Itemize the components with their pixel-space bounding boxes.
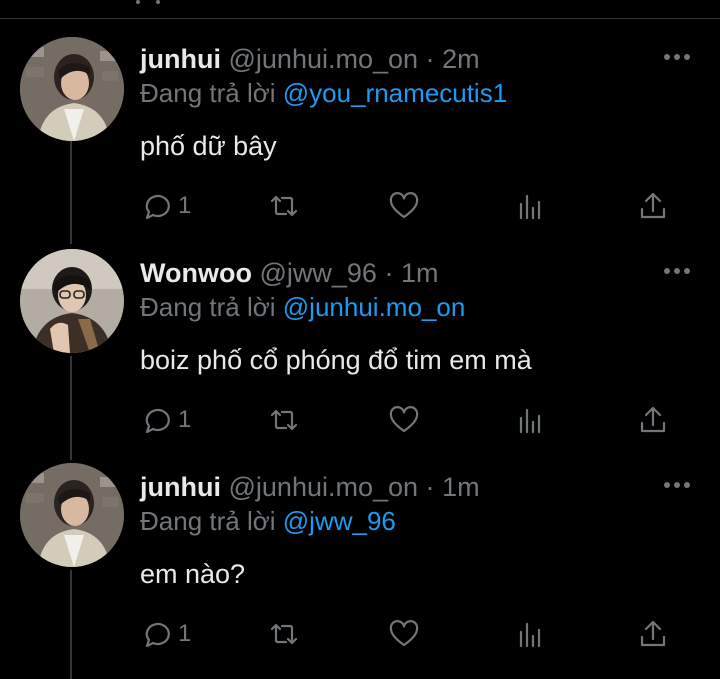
retweet-icon — [270, 623, 298, 645]
separator: · — [425, 44, 435, 74]
share-icon — [640, 406, 666, 433]
user-handle[interactable]: @junhui.mo_on — [229, 472, 419, 502]
separator: · — [384, 258, 394, 288]
like-button[interactable] — [388, 186, 420, 226]
tweet-text: phố dữ bây — [140, 131, 277, 161]
timestamp[interactable]: 1m — [442, 472, 480, 502]
reply-button[interactable]: 1 — [140, 614, 191, 654]
action-bar: 1 — [140, 614, 680, 654]
reply-icon — [145, 194, 170, 220]
share-button[interactable] — [637, 400, 669, 440]
views-icon — [519, 622, 541, 648]
display-name[interactable]: junhui — [140, 44, 221, 74]
replying-to-label: Đang trả lời — [140, 78, 283, 108]
views-button[interactable] — [515, 186, 547, 226]
share-button[interactable] — [637, 614, 669, 654]
replying-to: Đang trả lời @jww_96 — [140, 504, 396, 538]
action-bar: 1 — [140, 186, 680, 226]
reply-button[interactable]: 1 — [140, 186, 191, 226]
tweet[interactable]: junhui @junhui.mo_on · 2m Đang trả lời @… — [0, 37, 720, 232]
mention-link[interactable]: @jww_96 — [283, 506, 396, 536]
avatar[interactable] — [20, 249, 124, 353]
separator: · — [425, 472, 435, 502]
divider — [0, 18, 720, 19]
display-name[interactable]: junhui — [140, 472, 221, 502]
retweet-button[interactable] — [268, 400, 300, 440]
like-button[interactable] — [388, 400, 420, 440]
views-icon — [519, 194, 541, 220]
reply-count: 1 — [178, 406, 192, 433]
reply-icon — [145, 408, 170, 434]
tweet-header: junhui @junhui.mo_on · 2m — [140, 42, 480, 76]
share-icon — [640, 620, 666, 647]
display-name[interactable]: Wonwoo — [140, 258, 252, 288]
action-bar: 1 — [140, 400, 680, 440]
user-handle[interactable]: @jww_96 — [259, 258, 376, 288]
tweet-header: junhui @junhui.mo_on · 1m — [140, 470, 480, 504]
retweet-icon — [270, 195, 298, 217]
more-options-icon[interactable] — [664, 482, 692, 490]
share-button[interactable] — [637, 186, 669, 226]
views-button[interactable] — [515, 400, 547, 440]
truncated-actions-icon — [136, 0, 162, 4]
mention-link[interactable]: @junhui.mo_on — [283, 292, 466, 322]
like-icon — [389, 406, 419, 433]
replying-to: Đang trả lời @junhui.mo_on — [140, 290, 465, 324]
reply-icon — [145, 622, 170, 648]
retweet-button[interactable] — [268, 186, 300, 226]
share-icon — [640, 192, 666, 219]
mention-link[interactable]: @you_rnamecutis1 — [283, 78, 507, 108]
more-options-icon[interactable] — [664, 54, 692, 62]
like-icon — [389, 192, 419, 219]
replying-to-label: Đang trả lời — [140, 506, 283, 536]
more-options-icon[interactable] — [664, 268, 692, 276]
retweet-icon — [270, 409, 298, 431]
retweet-button[interactable] — [268, 614, 300, 654]
user-handle[interactable]: @junhui.mo_on — [229, 44, 419, 74]
reply-button[interactable]: 1 — [140, 400, 191, 440]
timestamp[interactable]: 2m — [442, 44, 480, 74]
views-icon — [519, 408, 541, 434]
tweet[interactable]: Wonwoo @jww_96 · 1m Đang trả lời @junhui… — [0, 249, 720, 446]
tweet[interactable]: junhui @junhui.mo_on · 1m Đang trả lời @… — [0, 463, 720, 670]
tweet-text: boiz phố cổ phóng đổ tim em mà — [140, 345, 532, 375]
reply-count: 1 — [178, 620, 192, 647]
timestamp[interactable]: 1m — [401, 258, 439, 288]
tweet-text: em nào? — [140, 559, 246, 589]
like-icon — [389, 620, 419, 647]
tweet-header: Wonwoo @jww_96 · 1m — [140, 256, 438, 290]
views-button[interactable] — [515, 614, 547, 654]
reply-count: 1 — [178, 192, 192, 219]
like-button[interactable] — [388, 614, 420, 654]
replying-to-label: Đang trả lời — [140, 292, 283, 322]
avatar[interactable] — [20, 37, 124, 141]
avatar[interactable] — [20, 463, 124, 567]
replying-to: Đang trả lời @you_rnamecutis1 — [140, 76, 507, 110]
